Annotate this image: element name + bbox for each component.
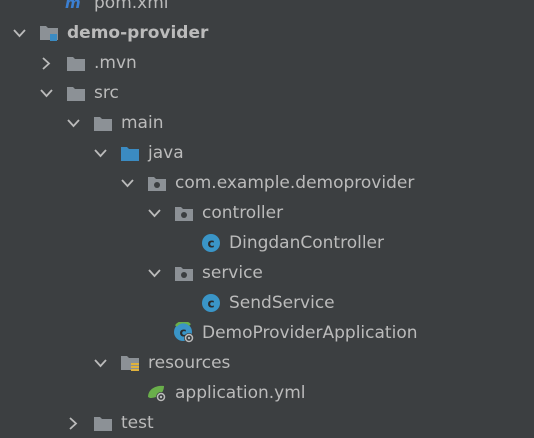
tree-item-demoproviderapplication[interactable]: c DemoProviderApplication (0, 318, 534, 348)
tree-item-label: com.example.demoprovider (175, 173, 415, 193)
folder-icon (65, 52, 87, 74)
folder-icon (65, 82, 87, 104)
tree-item-controller[interactable]: controller (0, 198, 534, 228)
chevron-down-icon[interactable] (120, 176, 134, 190)
tree-item-main[interactable]: main (0, 108, 534, 138)
svg-text:c: c (207, 297, 214, 311)
tree-item-sendservice[interactable]: c SendService (0, 288, 534, 318)
tree-item-mvn[interactable]: .mvn (0, 48, 534, 78)
tree-item-label: resources (148, 353, 231, 373)
spring-config-icon (146, 382, 168, 404)
resources-folder-icon (119, 352, 141, 374)
tree-item-dingdancontroller[interactable]: c DingdanController (0, 228, 534, 258)
tree-item-label: demo-provider (67, 23, 209, 43)
project-tree: m pom.xml demo-provider .mvn src main ja… (0, 0, 534, 438)
source-folder-icon (119, 142, 141, 164)
class-icon: c (200, 292, 222, 314)
chevron-down-icon[interactable] (12, 26, 26, 40)
tree-item-label: pom.xml (94, 0, 169, 13)
tree-item-com-example-demoprovider[interactable]: com.example.demoprovider (0, 168, 534, 198)
tree-item-java[interactable]: java (0, 138, 534, 168)
svg-text:c: c (207, 237, 214, 251)
tree-item-test[interactable]: test (0, 408, 534, 438)
tree-item-label: DemoProviderApplication (202, 323, 418, 343)
chevron-down-icon[interactable] (66, 116, 80, 130)
svg-text:m: m (65, 0, 81, 12)
chevron-right-icon[interactable] (66, 416, 80, 430)
tree-item-demo-provider[interactable]: demo-provider (0, 18, 534, 48)
package-icon (173, 202, 195, 224)
chevron-down-icon[interactable] (93, 146, 107, 160)
chevron-down-icon[interactable] (147, 266, 161, 280)
class-icon: c (200, 232, 222, 254)
tree-item-resources[interactable]: resources (0, 348, 534, 378)
chevron-down-icon[interactable] (39, 86, 53, 100)
tree-item-label: SendService (229, 293, 335, 313)
tree-item-label: test (121, 413, 154, 433)
tree-item-label: DingdanController (229, 233, 384, 253)
tree-item-label: .mvn (94, 53, 137, 73)
folder-icon (92, 412, 114, 434)
module-folder-icon (38, 22, 60, 44)
spring-boot-class-icon: c (173, 322, 195, 344)
maven-icon: m (65, 0, 87, 14)
chevron-down-icon[interactable] (93, 356, 107, 370)
folder-icon (92, 112, 114, 134)
package-icon (146, 172, 168, 194)
tree-item-application-yml[interactable]: application.yml (0, 378, 534, 408)
tree-item-label: main (121, 113, 164, 133)
tree-item-label: service (202, 263, 263, 283)
chevron-down-icon[interactable] (147, 206, 161, 220)
tree-item-src[interactable]: src (0, 78, 534, 108)
tree-item-label: java (148, 143, 184, 163)
tree-item-service[interactable]: service (0, 258, 534, 288)
chevron-right-icon[interactable] (39, 56, 53, 70)
tree-item-label: src (94, 83, 119, 103)
package-icon (173, 262, 195, 284)
tree-item-label: application.yml (175, 383, 306, 403)
tree-item-pom-xml[interactable]: m pom.xml (0, 0, 534, 18)
tree-item-label: controller (202, 203, 284, 223)
